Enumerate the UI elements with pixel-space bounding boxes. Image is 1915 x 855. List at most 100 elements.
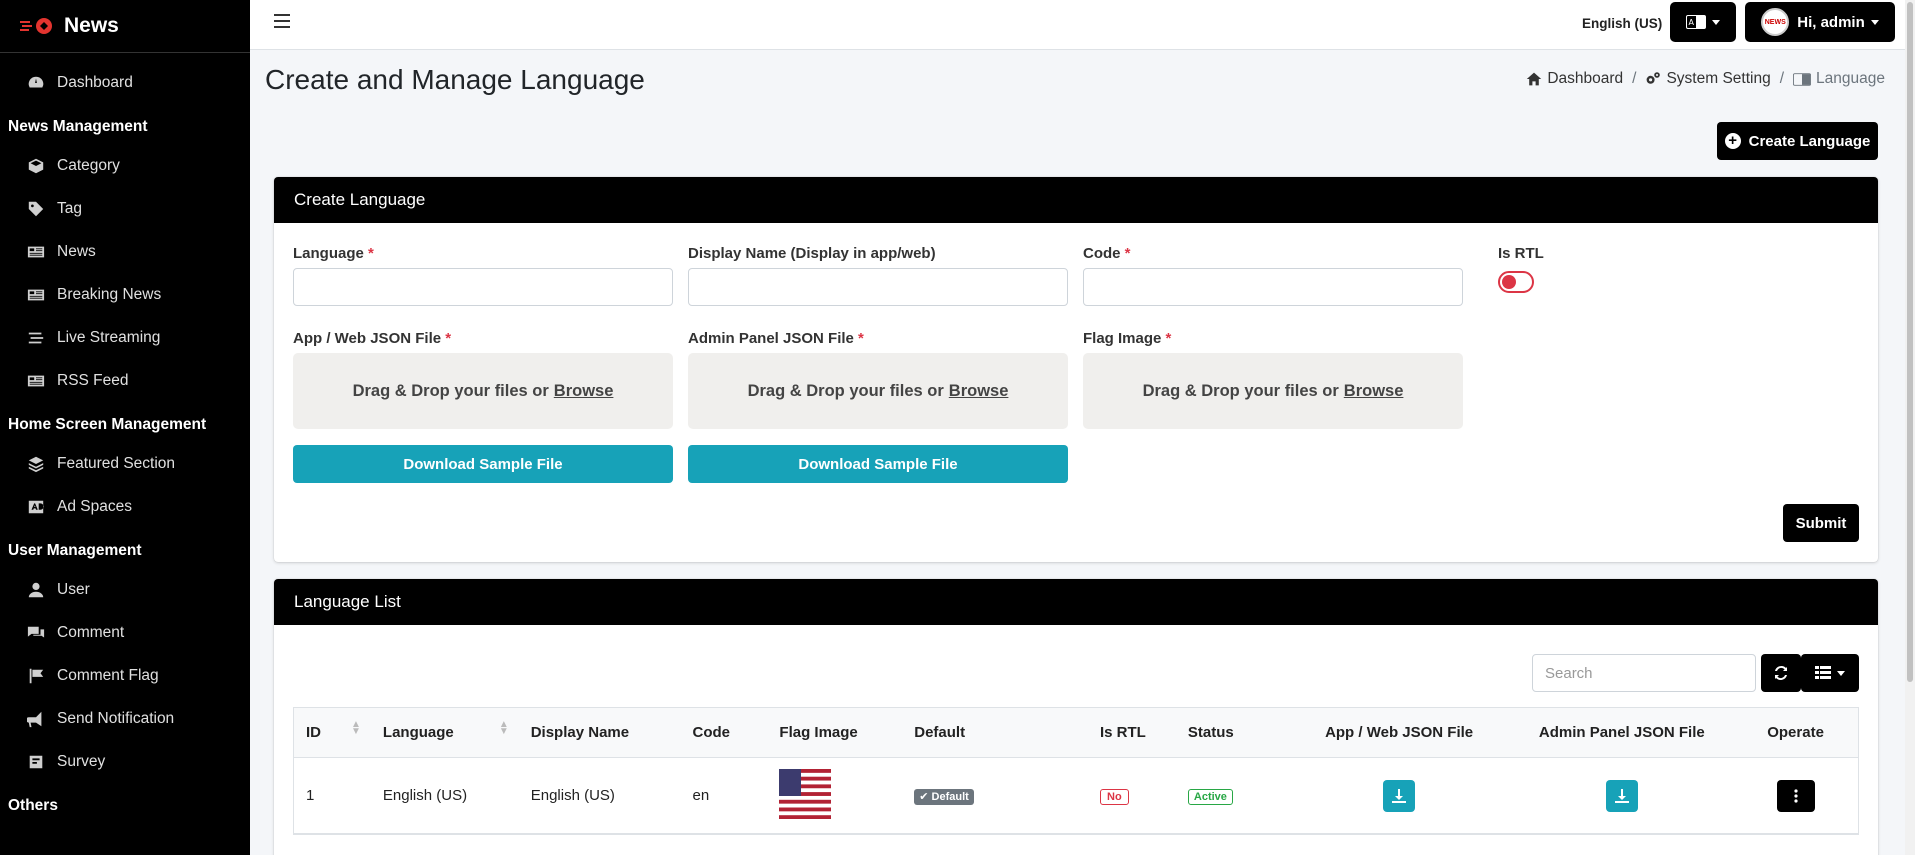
current-language: English (US) — [1582, 16, 1663, 31]
sidebar-item-breaking-news[interactable]: Breaking News — [0, 273, 250, 316]
sidebar-item-user[interactable]: User — [0, 568, 250, 611]
admin-json-label: Admin Panel JSON File * — [688, 330, 864, 347]
cell-language: English (US) — [382, 787, 468, 804]
ad-icon — [28, 500, 44, 513]
download-sample-app-button[interactable]: Download Sample File — [293, 445, 673, 483]
flag-image-dropzone[interactable]: Drag & Drop your files or Browse — [1083, 353, 1463, 429]
user-menu-button[interactable]: NEWS Hi, admin — [1745, 2, 1895, 42]
language-table: ID ▲ ▼ Language ▲ ▼ Display Name Code Flag I… — [293, 707, 1859, 835]
required-mark: * — [1124, 245, 1131, 262]
hamburger-menu-icon[interactable] — [274, 14, 290, 28]
download-admin-json-button[interactable] — [1605, 779, 1638, 812]
create-language-card: Create Language Language * Display Name … — [274, 177, 1878, 562]
refresh-button[interactable] — [1761, 654, 1801, 692]
chevron-down-icon — [1870, 19, 1879, 25]
sidebar-item-label: Category — [57, 156, 120, 174]
rtl-badge: No — [1100, 789, 1129, 805]
sidebar-item-survey[interactable]: Survey — [0, 740, 250, 783]
newspaper-icon — [27, 375, 45, 386]
column-language[interactable]: Language ▲ ▼ — [371, 720, 519, 742]
sidebar-item-label: Live Streaming — [57, 328, 161, 346]
breadcrumb-separator: / — [1632, 70, 1637, 87]
label-text: Admin Panel JSON File — [688, 330, 854, 347]
svg-text:A: A — [1689, 18, 1695, 27]
cell-status: Active — [1176, 787, 1288, 805]
sidebar-item-label: Comment Flag — [57, 666, 159, 684]
submit-button[interactable]: Submit — [1783, 504, 1859, 542]
column-display-name: Display Name — [530, 724, 630, 741]
user-icon — [28, 582, 44, 597]
stream-icon — [28, 332, 44, 343]
user-greeting: Hi, admin — [1797, 13, 1865, 31]
dropzone-text: Drag & Drop your files or — [747, 381, 944, 400]
sidebar-item-dashboard[interactable]: Dashboard — [0, 61, 250, 104]
browse-link[interactable]: Browse — [949, 382, 1009, 401]
sidebar-item-tag[interactable]: Tag — [0, 187, 250, 230]
chevron-down-icon — [1712, 19, 1720, 25]
cell-code: en — [692, 787, 710, 804]
required-mark: * — [445, 330, 452, 347]
cell-id: 1 — [306, 787, 315, 804]
language-input[interactable] — [293, 268, 673, 306]
more-vertical-icon — [1793, 788, 1798, 803]
sidebar-item-featured-section[interactable]: Featured Section — [0, 442, 250, 485]
label-text: Code — [1083, 245, 1121, 262]
sidebar-item-news[interactable]: News — [0, 230, 250, 273]
app-json-dropzone[interactable]: Drag & Drop your files or Browse — [293, 353, 673, 429]
code-label: Code * — [1083, 245, 1131, 262]
column-app-json: App / Web JSON File — [1325, 724, 1474, 741]
sidebar-item-send-notification[interactable]: Send Notification — [0, 697, 250, 740]
box-icon — [28, 158, 44, 173]
sidebar-item-rss-feed[interactable]: RSS Feed — [0, 359, 250, 402]
download-sample-admin-button[interactable]: Download Sample File — [688, 445, 1068, 483]
plus-circle-icon: + — [1724, 133, 1741, 149]
column-admin-json: Admin Panel JSON File — [1538, 724, 1705, 741]
sidebar-item-label: Ad Spaces — [57, 497, 132, 515]
newspaper-icon — [27, 289, 45, 300]
topbar: English (US) A NEWS Hi, admin — [250, 0, 1905, 50]
sidebar-item-category[interactable]: Category — [0, 144, 250, 187]
label-text: Language — [293, 245, 364, 262]
search-input[interactable]: Search — [1532, 654, 1756, 692]
scrollbar-thumb[interactable] — [1907, 2, 1913, 682]
display-name-input[interactable] — [688, 268, 1068, 306]
chevron-down-icon — [1837, 670, 1845, 676]
browse-link[interactable]: Browse — [1344, 382, 1404, 401]
download-icon — [1392, 788, 1407, 803]
bullhorn-icon — [27, 711, 42, 727]
language-icon: A — [1686, 15, 1706, 29]
create-language-button[interactable]: + Create Language — [1717, 122, 1878, 160]
download-app-json-button[interactable] — [1383, 779, 1416, 812]
sidebar-item-comment-flag[interactable]: Comment Flag — [0, 654, 250, 697]
column-label: ID — [306, 724, 321, 741]
breadcrumb-dashboard[interactable]: Dashboard — [1547, 70, 1623, 88]
breadcrumb-language: Language — [1816, 70, 1885, 87]
language-dropdown-button[interactable]: A — [1670, 2, 1736, 42]
us-flag-image — [779, 768, 832, 819]
sidebar-item-comment[interactable]: Comment — [0, 611, 250, 654]
cell-flag — [767, 768, 902, 823]
page-scrollbar[interactable] — [1905, 0, 1915, 855]
column-label: Language — [382, 724, 454, 741]
tag-icon — [28, 201, 44, 216]
columns-toggle-button[interactable] — [1801, 654, 1859, 692]
breadcrumb: Dashboard / System Setting / Language — [1526, 70, 1885, 88]
rtl-toggle[interactable] — [1498, 271, 1534, 293]
sidebar-item-live-streaming[interactable]: Live Streaming — [0, 316, 250, 359]
sidebar-item-ad-spaces[interactable]: Ad Spaces — [0, 485, 250, 528]
column-default: Default — [914, 724, 966, 741]
sidebar: News Dashboard News Management Category … — [0, 0, 250, 855]
breadcrumb-system-setting[interactable]: System Setting — [1666, 70, 1770, 88]
sidebar-item-label: Comment — [57, 623, 125, 641]
column-code: Code — [692, 724, 731, 741]
required-mark: * — [1165, 330, 1172, 347]
browse-link[interactable]: Browse — [554, 382, 614, 401]
code-input[interactable] — [1083, 268, 1463, 306]
nav-header-user-management: User Management — [8, 542, 142, 559]
sidebar-item-label: Dashboard — [57, 73, 133, 91]
column-id[interactable]: ID ▲ ▼ — [294, 720, 371, 742]
admin-json-dropzone[interactable]: Drag & Drop your files or Browse — [688, 353, 1068, 429]
brand[interactable]: News — [0, 0, 250, 53]
status-badge: Active — [1187, 789, 1233, 805]
row-actions-button[interactable] — [1776, 779, 1815, 812]
